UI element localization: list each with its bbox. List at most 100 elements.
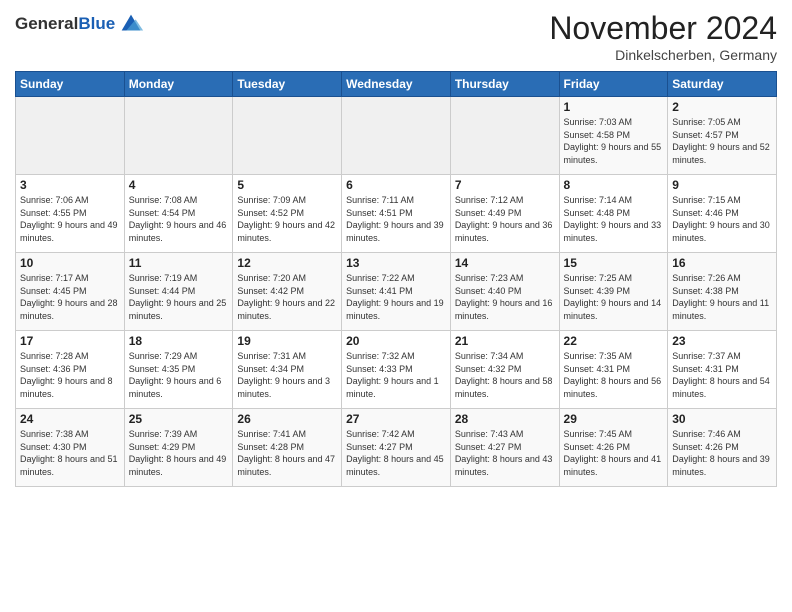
day-number: 21 <box>455 334 555 348</box>
day-info: Sunrise: 7:46 AMSunset: 4:26 PMDaylight:… <box>672 428 772 478</box>
calendar-cell: 16 Sunrise: 7:26 AMSunset: 4:38 PMDayligh… <box>668 253 777 331</box>
day-number: 29 <box>564 412 664 426</box>
calendar-cell: 29 Sunrise: 7:45 AMSunset: 4:26 PMDayligh… <box>559 409 668 487</box>
day-number: 24 <box>20 412 120 426</box>
calendar-row-1: 1Sunrise: 7:03 AMSunset: 4:58 PMDaylight… <box>16 97 777 175</box>
day-number: 30 <box>672 412 772 426</box>
calendar-cell: 20 Sunrise: 7:32 AMSunset: 4:33 PMDayligh… <box>342 331 451 409</box>
day-info: Sunrise: 7:41 AMSunset: 4:28 PMDaylight:… <box>237 428 337 478</box>
col-friday: Friday <box>559 72 668 97</box>
day-number: 3 <box>20 178 120 192</box>
col-sunday: Sunday <box>16 72 125 97</box>
day-number: 19 <box>237 334 337 348</box>
day-info: Sunrise: 7:45 AMSunset: 4:26 PMDaylight:… <box>564 428 664 478</box>
month-title: November 2024 <box>549 10 777 47</box>
day-info: Sunrise: 7:05 AMSunset: 4:57 PMDaylight:… <box>672 116 772 166</box>
calendar-cell: 4 Sunrise: 7:08 AMSunset: 4:54 PMDaylight… <box>124 175 233 253</box>
day-info: Sunrise: 7:34 AMSunset: 4:32 PMDaylight:… <box>455 350 555 400</box>
day-number: 6 <box>346 178 446 192</box>
day-info: Sunrise: 7:12 AMSunset: 4:49 PMDaylight:… <box>455 194 555 244</box>
day-info: Sunrise: 7:23 AMSunset: 4:40 PMDaylight:… <box>455 272 555 322</box>
day-info: Sunrise: 7:19 AMSunset: 4:44 PMDaylight:… <box>129 272 229 322</box>
day-number: 15 <box>564 256 664 270</box>
day-info: Sunrise: 7:37 AMSunset: 4:31 PMDaylight:… <box>672 350 772 400</box>
day-number: 12 <box>237 256 337 270</box>
day-number: 8 <box>564 178 664 192</box>
day-info: Sunrise: 7:32 AMSunset: 4:33 PMDaylight:… <box>346 350 446 400</box>
day-number: 28 <box>455 412 555 426</box>
day-number: 26 <box>237 412 337 426</box>
page-header: GeneralBlue November 2024 Dinkelscherben… <box>15 10 777 63</box>
day-number: 4 <box>129 178 229 192</box>
calendar-cell: 3 Sunrise: 7:06 AMSunset: 4:55 PMDaylight… <box>16 175 125 253</box>
calendar-cell: 14Sunrise: 7:23 AMSunset: 4:40 PMDayligh… <box>450 253 559 331</box>
calendar-cell: 22Sunrise: 7:35 AMSunset: 4:31 PMDayligh… <box>559 331 668 409</box>
logo-general: General <box>15 14 78 33</box>
col-monday: Monday <box>124 72 233 97</box>
day-number: 25 <box>129 412 229 426</box>
day-number: 5 <box>237 178 337 192</box>
day-info: Sunrise: 7:28 AMSunset: 4:36 PMDaylight:… <box>20 350 120 400</box>
day-info: Sunrise: 7:31 AMSunset: 4:34 PMDaylight:… <box>237 350 337 400</box>
day-number: 1 <box>564 100 664 114</box>
calendar-cell: 11 Sunrise: 7:19 AMSunset: 4:44 PMDayligh… <box>124 253 233 331</box>
col-saturday: Saturday <box>668 72 777 97</box>
day-number: 2 <box>672 100 772 114</box>
day-number: 11 <box>129 256 229 270</box>
calendar-row-2: 3 Sunrise: 7:06 AMSunset: 4:55 PMDaylight… <box>16 175 777 253</box>
col-tuesday: Tuesday <box>233 72 342 97</box>
day-number: 27 <box>346 412 446 426</box>
day-number: 18 <box>129 334 229 348</box>
calendar-cell: 25Sunrise: 7:39 AMSunset: 4:29 PMDayligh… <box>124 409 233 487</box>
day-number: 16 <box>672 256 772 270</box>
calendar-cell: 19 Sunrise: 7:31 AMSunset: 4:34 PMDayligh… <box>233 331 342 409</box>
calendar-cell <box>450 97 559 175</box>
logo-icon <box>117 10 145 38</box>
calendar-cell: 24 Sunrise: 7:38 AMSunset: 4:30 PMDayligh… <box>16 409 125 487</box>
day-info: Sunrise: 7:43 AMSunset: 4:27 PMDaylight:… <box>455 428 555 478</box>
page-container: GeneralBlue November 2024 Dinkelscherben… <box>0 0 792 612</box>
calendar-cell: 21 Sunrise: 7:34 AMSunset: 4:32 PMDayligh… <box>450 331 559 409</box>
day-info: Sunrise: 7:42 AMSunset: 4:27 PMDaylight:… <box>346 428 446 478</box>
calendar-cell: 1Sunrise: 7:03 AMSunset: 4:58 PMDaylight… <box>559 97 668 175</box>
day-number: 10 <box>20 256 120 270</box>
day-info: Sunrise: 7:25 AMSunset: 4:39 PMDaylight:… <box>564 272 664 322</box>
day-info: Sunrise: 7:06 AMSunset: 4:55 PMDaylight:… <box>20 194 120 244</box>
calendar-cell: 6 Sunrise: 7:11 AMSunset: 4:51 PMDaylight… <box>342 175 451 253</box>
calendar-cell: 30 Sunrise: 7:46 AMSunset: 4:26 PMDayligh… <box>668 409 777 487</box>
day-info: Sunrise: 7:15 AMSunset: 4:46 PMDaylight:… <box>672 194 772 244</box>
calendar-cell: 17 Sunrise: 7:28 AMSunset: 4:36 PMDayligh… <box>16 331 125 409</box>
calendar-cell: 15 Sunrise: 7:25 AMSunset: 4:39 PMDayligh… <box>559 253 668 331</box>
calendar-cell: 8 Sunrise: 7:14 AMSunset: 4:48 PMDaylight… <box>559 175 668 253</box>
calendar-cell: 12Sunrise: 7:20 AMSunset: 4:42 PMDayligh… <box>233 253 342 331</box>
logo-text: GeneralBlue <box>15 15 115 34</box>
calendar-cell <box>342 97 451 175</box>
day-info: Sunrise: 7:08 AMSunset: 4:54 PMDaylight:… <box>129 194 229 244</box>
day-info: Sunrise: 7:11 AMSunset: 4:51 PMDaylight:… <box>346 194 446 244</box>
calendar-cell: 23 Sunrise: 7:37 AMSunset: 4:31 PMDayligh… <box>668 331 777 409</box>
day-info: Sunrise: 7:14 AMSunset: 4:48 PMDaylight:… <box>564 194 664 244</box>
col-wednesday: Wednesday <box>342 72 451 97</box>
calendar-row-3: 10 Sunrise: 7:17 AMSunset: 4:45 PMDayligh… <box>16 253 777 331</box>
day-number: 20 <box>346 334 446 348</box>
calendar-cell <box>16 97 125 175</box>
day-number: 22 <box>564 334 664 348</box>
col-thursday: Thursday <box>450 72 559 97</box>
calendar-cell: 27 Sunrise: 7:42 AMSunset: 4:27 PMDayligh… <box>342 409 451 487</box>
title-block: November 2024 Dinkelscherben, Germany <box>549 10 777 63</box>
day-number: 9 <box>672 178 772 192</box>
day-info: Sunrise: 7:09 AMSunset: 4:52 PMDaylight:… <box>237 194 337 244</box>
logo: GeneralBlue <box>15 10 145 38</box>
calendar-row-4: 17 Sunrise: 7:28 AMSunset: 4:36 PMDayligh… <box>16 331 777 409</box>
calendar-row-5: 24 Sunrise: 7:38 AMSunset: 4:30 PMDayligh… <box>16 409 777 487</box>
day-info: Sunrise: 7:38 AMSunset: 4:30 PMDaylight:… <box>20 428 120 478</box>
calendar-cell: 10 Sunrise: 7:17 AMSunset: 4:45 PMDayligh… <box>16 253 125 331</box>
day-number: 17 <box>20 334 120 348</box>
day-number: 13 <box>346 256 446 270</box>
logo-blue: Blue <box>78 14 115 33</box>
day-number: 23 <box>672 334 772 348</box>
day-info: Sunrise: 7:26 AMSunset: 4:38 PMDaylight:… <box>672 272 772 322</box>
day-info: Sunrise: 7:17 AMSunset: 4:45 PMDaylight:… <box>20 272 120 322</box>
calendar-cell: 18Sunrise: 7:29 AMSunset: 4:35 PMDayligh… <box>124 331 233 409</box>
day-number: 7 <box>455 178 555 192</box>
